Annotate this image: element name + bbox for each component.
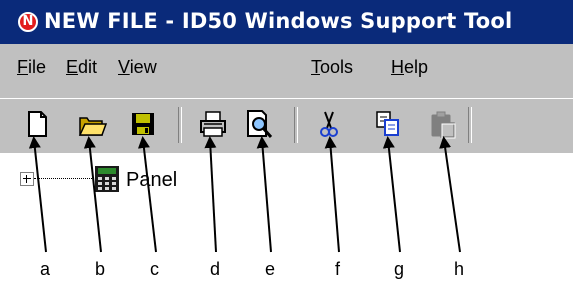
copy-icon [376,111,399,136]
menu-file[interactable]: File [17,57,46,78]
toolbar-separator [294,107,298,143]
callout-label-a: a [40,259,51,279]
callout-label-g: g [394,259,405,279]
menu-help[interactable]: Help [391,57,428,78]
save-button[interactable] [128,108,158,140]
print-preview-icon [247,110,273,138]
menu-edit[interactable]: Edit [66,57,97,78]
title-bar[interactable]: N NEW FILE - ID50 Windows Support Tool [0,0,573,44]
menu-help-rest: elp [404,57,429,77]
tree-expand-toggle[interactable] [20,172,34,186]
open-folder-icon [78,117,108,136]
menu-view-mnemonic: V [118,57,130,77]
menu-tools-mnemonic: T [311,57,320,77]
app-logo-icon: N [18,12,38,32]
copy-button[interactable] [373,108,403,140]
window-title: NEW FILE - ID50 Windows Support Tool [44,9,513,33]
tree-item-panel[interactable]: Panel [126,169,177,192]
paste-button[interactable] [428,108,458,140]
menu-view[interactable]: View [118,57,157,78]
callout-label-e: e [265,259,276,279]
menu-tools-rest: ools [320,57,354,77]
new-file-icon [28,111,47,137]
paste-icon [431,111,456,139]
save-disk-icon [132,113,154,135]
callout-label-h: h [454,259,465,279]
toolbar-separator [468,107,472,143]
printer-icon [200,111,226,137]
print-preview-button[interactable] [244,108,274,140]
menu-file-mnemonic: F [17,57,28,77]
callout-label-d: d [210,259,221,279]
callout-label-c: c [150,259,159,279]
callout-label-f: f [335,259,341,279]
toolbar [0,98,573,153]
menu-tools[interactable]: Tools [311,57,353,78]
toolbar-separator [178,107,182,143]
open-folder-button[interactable] [77,108,108,140]
cut-scissors-icon [320,111,338,137]
menu-view-rest: iew [129,57,157,77]
menu-file-rest: ile [28,57,47,77]
screenshot-stage: N NEW FILE - ID50 Windows Support Tool F… [0,0,573,281]
menu-edit-mnemonic: E [66,57,79,77]
cut-button[interactable] [314,108,344,140]
tree-view [0,153,573,211]
panel-device-icon [94,165,120,193]
annotation-area [0,211,573,281]
callout-label-b: b [95,259,106,279]
print-button[interactable] [198,108,228,140]
menu-help-mnemonic: H [391,57,404,77]
tree-connector [34,178,92,180]
menu-edit-rest: dit [78,57,98,77]
menu-bar: File Edit View Tools Help [0,44,573,98]
new-file-button[interactable] [22,108,52,140]
